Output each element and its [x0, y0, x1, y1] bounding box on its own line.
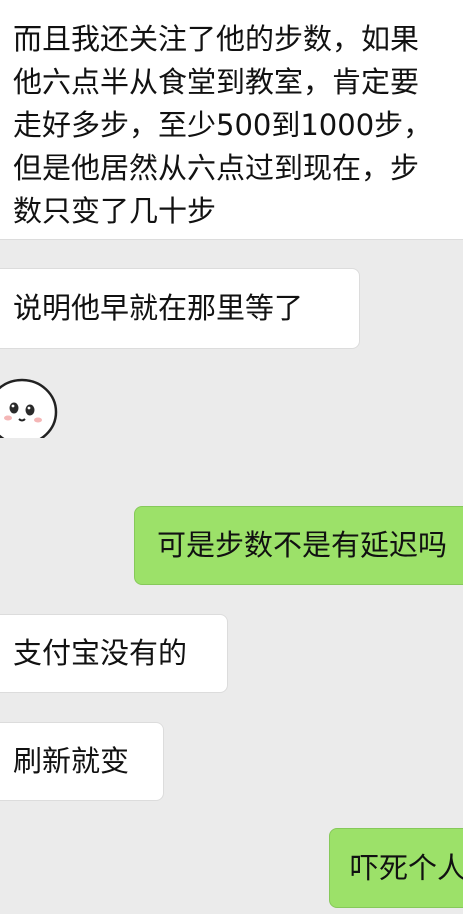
- outgoing-message-bubble[interactable]: 吓死个人: [329, 828, 463, 908]
- outgoing-message-bubble[interactable]: 可是步数不是有延迟吗: [134, 506, 463, 585]
- cute-face-sticker-icon[interactable]: [0, 372, 58, 438]
- message-line: 他六点半从食堂到教室，肯定要: [13, 65, 420, 99]
- chat-thread: 而且我还关注了他的步数，如果 他六点半从食堂到教室，肯定要 走好多步，至少500…: [0, 0, 463, 914]
- incoming-message-bubble[interactable]: 说明他早就在那里等了: [0, 268, 360, 349]
- message-text: 支付宝没有的: [13, 636, 188, 670]
- incoming-message-bubble[interactable]: 而且我还关注了他的步数，如果 他六点半从食堂到教室，肯定要 走好多步，至少500…: [0, 0, 463, 240]
- message-text: 说明他早就在那里等了: [13, 291, 304, 325]
- message-text: 吓死个人: [350, 851, 463, 885]
- incoming-message-bubble[interactable]: 支付宝没有的: [0, 614, 228, 693]
- message-line: 走好多步，至少500到1000步，: [13, 108, 433, 142]
- message-text: 可是步数不是有延迟吗: [157, 528, 448, 562]
- message-line: 而且我还关注了他的步数，如果: [13, 22, 420, 56]
- message-text: 刷新就变: [13, 744, 130, 778]
- message-line: 数只变了几十步: [13, 194, 217, 228]
- incoming-message-bubble[interactable]: 刷新就变: [0, 722, 164, 801]
- message-line: 但是他居然从六点过到现在，步: [13, 151, 420, 185]
